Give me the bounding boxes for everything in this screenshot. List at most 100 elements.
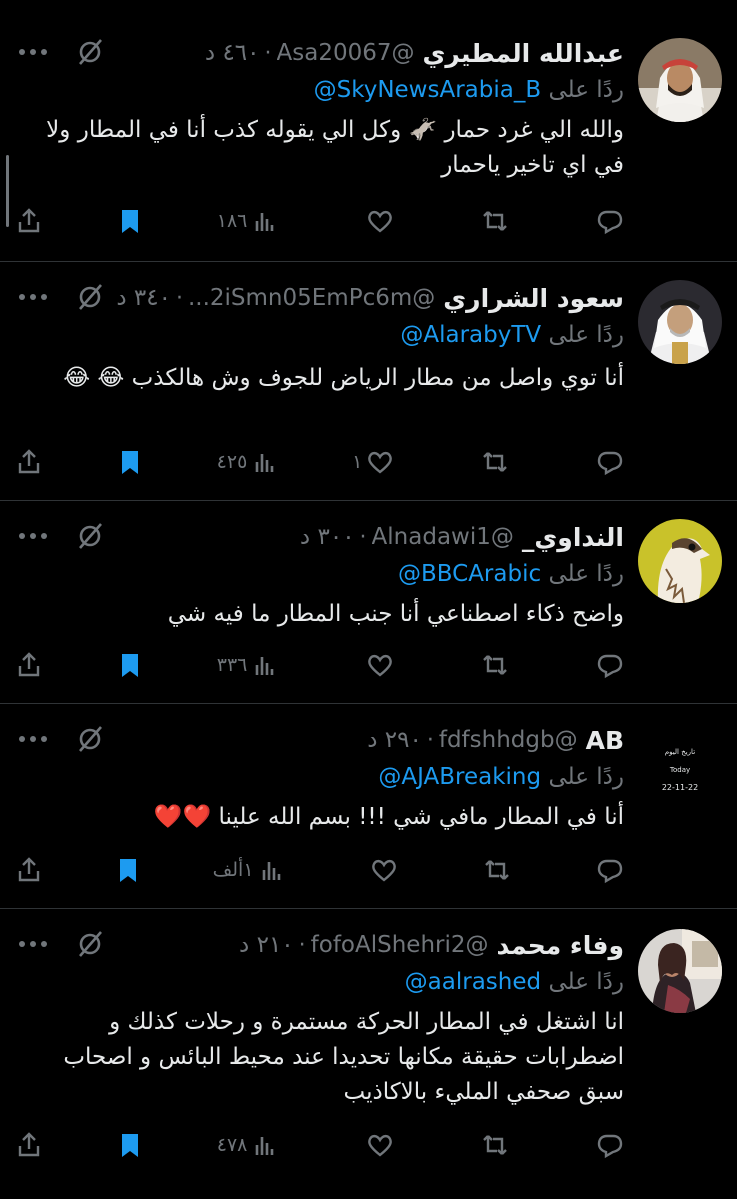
grok-icon[interactable] xyxy=(75,282,105,312)
avatar-line2: Today xyxy=(669,766,690,774)
retweet-button[interactable] xyxy=(467,1131,509,1159)
tweet-text: والله الي غرد حمار 🫏 وكل الي يقوله كذب أ… xyxy=(46,117,624,178)
reply-button[interactable] xyxy=(582,651,624,679)
reply-mention-link[interactable]: @AJABreaking xyxy=(378,764,541,790)
share-button[interactable] xyxy=(15,448,43,476)
reply-icon xyxy=(597,654,623,679)
tweet[interactable]: وفاء محمد @fofoAlShehri2 · ٢١٠ د ردًا عل… xyxy=(0,909,737,1199)
tweet[interactable]: تاريخ اليوم Today 22-11-22 AB @fdfshhdgb… xyxy=(0,704,737,909)
grok-icon[interactable] xyxy=(75,37,105,67)
more-options-icon[interactable] xyxy=(15,929,51,959)
like-button[interactable]: ١ xyxy=(352,448,394,476)
views-button[interactable]: ١٨٦ xyxy=(217,207,280,235)
avatar[interactable] xyxy=(638,280,722,364)
views-button[interactable]: ١ألف xyxy=(213,856,286,884)
reply-mention-link[interactable]: @SkyNewsArabia_B xyxy=(314,77,542,103)
share-button[interactable] xyxy=(15,856,43,884)
share-button[interactable] xyxy=(15,651,43,679)
more-options-icon[interactable] xyxy=(15,521,51,551)
author-name[interactable]: عبدالله المطيري xyxy=(423,39,625,68)
elder-avatar-icon xyxy=(638,280,722,364)
heart-icon xyxy=(372,859,397,882)
views-count: ٣٣٦ xyxy=(216,654,248,676)
reply-mention-link[interactable]: @BBCArabic xyxy=(398,561,541,587)
like-button[interactable] xyxy=(352,1131,394,1159)
reply-mention-link[interactable]: @aalrashed xyxy=(405,969,541,995)
like-button[interactable] xyxy=(352,207,394,235)
bookmark-button[interactable] xyxy=(116,1131,144,1159)
bookmark-button[interactable] xyxy=(116,207,144,235)
retweet-icon xyxy=(485,860,510,880)
reply-context: ردًا على @AlarabyTV xyxy=(15,316,624,354)
bookmark-button[interactable] xyxy=(116,651,144,679)
views-button[interactable]: ٣٣٦ xyxy=(217,651,280,679)
share-button[interactable] xyxy=(15,1131,43,1159)
avatar[interactable] xyxy=(638,519,722,603)
reply-context: ردًا على @SkyNewsArabia_B xyxy=(15,71,624,109)
avatar[interactable]: تاريخ اليوم Today 22-11-22 xyxy=(638,724,722,808)
reply-prefix: ردًا على xyxy=(548,77,624,103)
more-options-icon[interactable] xyxy=(15,724,51,754)
author-name[interactable]: AB xyxy=(586,726,624,755)
author-handle[interactable]: @Asa20067 xyxy=(277,40,415,66)
avatar-line3: 22-11-22 xyxy=(662,783,698,792)
tweet[interactable]: عبدالله المطيري @Asa20067 · ٤٦٠ د ردًا ع… xyxy=(0,0,737,262)
bookmark-button[interactable] xyxy=(114,856,142,884)
retweet-icon xyxy=(483,211,507,231)
views-button[interactable]: ٤٢٥ xyxy=(217,448,280,476)
like-button[interactable] xyxy=(352,651,394,679)
timestamp[interactable]: ٢١٠ د xyxy=(239,932,294,958)
author-name[interactable]: النداوي_ xyxy=(522,523,624,552)
author-handle[interactable]: @fofoAlShehri2 xyxy=(311,932,489,958)
share-icon xyxy=(18,449,40,474)
avatar[interactable] xyxy=(638,38,722,122)
retweet-button[interactable] xyxy=(467,448,509,476)
likes-count: ١ xyxy=(352,451,363,473)
reply-button[interactable] xyxy=(582,856,624,884)
grok-icon[interactable] xyxy=(75,929,105,959)
grok-icon[interactable] xyxy=(75,521,105,551)
separator-dot: · xyxy=(359,524,367,550)
reply-prefix: ردًا على xyxy=(548,561,624,587)
author-handle[interactable]: @2iSmn05EmPc6m... xyxy=(188,285,435,311)
tweet[interactable]: النداوي_ @Alnadawi1 · ٣٠٠ د ردًا على @BB… xyxy=(0,501,737,704)
timestamp[interactable]: ٢٩٠ د xyxy=(367,727,422,753)
reply-button[interactable] xyxy=(582,1131,624,1159)
timestamp[interactable]: ٣٠٠ د xyxy=(300,524,355,550)
retweet-button[interactable] xyxy=(469,856,511,884)
timestamp[interactable]: ٤٦٠ د xyxy=(205,40,260,66)
author-handle[interactable]: @fdfshhdgb xyxy=(439,727,578,753)
avatar[interactable] xyxy=(638,929,722,1013)
separator-dot: · xyxy=(175,285,183,311)
action-bar: ٣٣٦ xyxy=(15,645,624,685)
share-icon xyxy=(18,208,40,233)
separator-dot: · xyxy=(264,40,272,66)
more-options-icon[interactable] xyxy=(15,37,51,67)
reply-prefix: ردًا على xyxy=(548,764,624,790)
reply-context: ردًا على @BBCArabic xyxy=(15,555,624,593)
timestamp[interactable]: ٣٤٠ د xyxy=(116,285,171,311)
bookmark-button[interactable] xyxy=(116,448,144,476)
views-button[interactable]: ٤٧٨ xyxy=(217,1131,280,1159)
date-card-avatar-icon: تاريخ اليوم Today 22-11-22 xyxy=(638,724,722,808)
more-options-icon[interactable] xyxy=(15,282,51,312)
bookmark-icon xyxy=(121,210,138,233)
views-icon xyxy=(256,213,274,231)
tweet[interactable]: سعود الشراري @2iSmn05EmPc6m... · ٣٤٠ د ر… xyxy=(0,262,737,501)
reply-button[interactable] xyxy=(582,448,624,476)
author-name[interactable]: سعود الشراري xyxy=(443,284,624,313)
like-button[interactable] xyxy=(356,856,398,884)
share-button[interactable] xyxy=(15,207,43,235)
tweet-text: واضح ذكاء اصطناعي أنا جنب المطار ما فيه … xyxy=(167,601,624,627)
reply-mention-link[interactable]: @AlarabyTV xyxy=(400,322,541,348)
grok-icon[interactable] xyxy=(75,724,105,754)
heart-icon xyxy=(368,1134,393,1157)
reply-context: ردًا على @AJABreaking xyxy=(15,758,624,796)
author-handle[interactable]: @Alnadawi1 xyxy=(372,524,514,550)
author-name[interactable]: وفاء محمد xyxy=(497,931,624,960)
man-ghutra-avatar-icon xyxy=(638,38,722,122)
reply-button[interactable] xyxy=(582,207,624,235)
retweet-button[interactable] xyxy=(467,207,509,235)
heart-icon xyxy=(368,654,393,677)
retweet-button[interactable] xyxy=(467,651,509,679)
